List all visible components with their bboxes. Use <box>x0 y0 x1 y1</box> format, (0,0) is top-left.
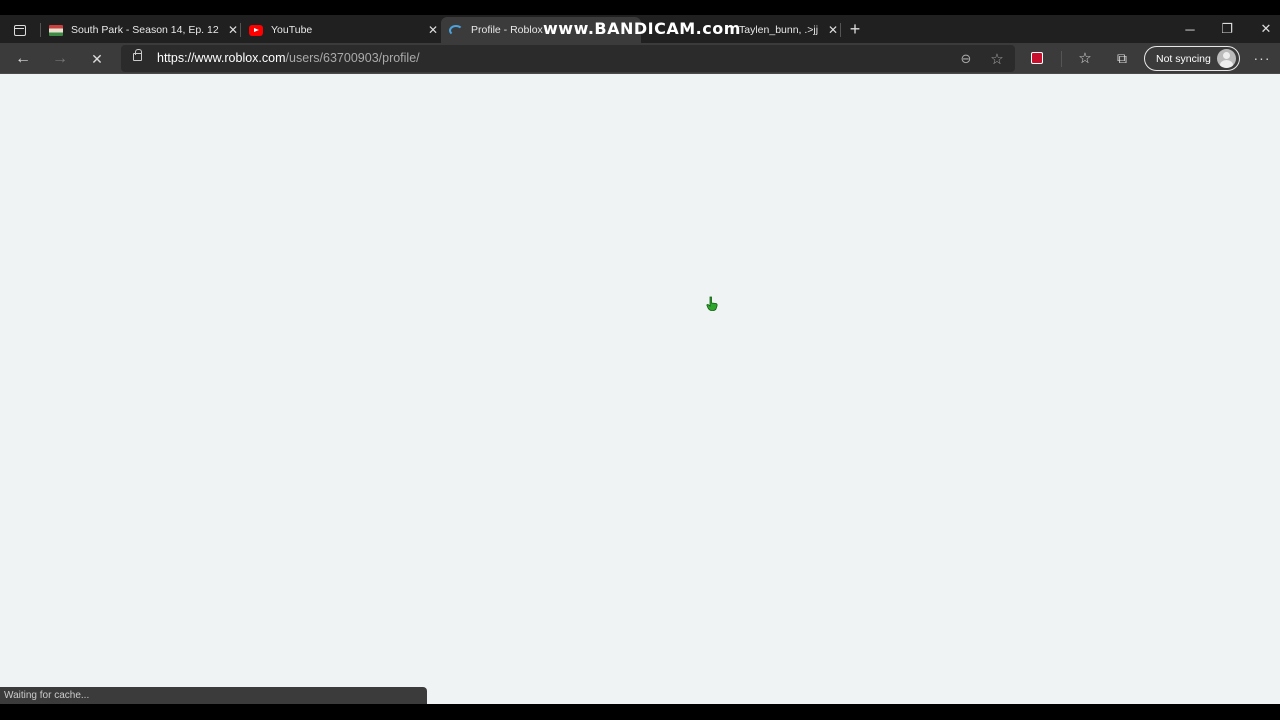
tab-separator <box>40 23 41 37</box>
extension-button[interactable] <box>1026 47 1048 69</box>
page-content <box>0 74 1280 704</box>
profile-sync-button[interactable]: Not syncing <box>1144 46 1240 71</box>
sync-status-label: Not syncing <box>1156 52 1211 65</box>
tab-close-button[interactable]: ✕ <box>426 23 440 37</box>
favorites-button[interactable]: ☆ <box>1074 47 1096 69</box>
address-bar[interactable]: https://www.roblox.com/users/63700903/pr… <box>121 45 1015 72</box>
url-path: /users/63700903/profile/ <box>285 51 420 65</box>
lock-icon[interactable] <box>133 49 142 61</box>
tab-youtube[interactable]: YouTube ✕ <box>245 17 440 43</box>
url-host: https://www.roblox.com <box>157 51 286 65</box>
letterbox-top <box>0 0 1280 15</box>
tab-close-button[interactable]: ✕ <box>226 23 240 37</box>
back-button[interactable]: ← <box>10 46 36 72</box>
status-bar: Waiting for cache... <box>0 687 427 704</box>
tab-close-button[interactable]: ✕ <box>826 23 840 37</box>
forward-button[interactable]: → <box>47 46 73 72</box>
tab-title: Taylen_bunn, .>jj <box>739 24 819 36</box>
toolbar-separator <box>1061 51 1062 67</box>
settings-more-button[interactable]: ··· <box>1251 47 1273 69</box>
letterbox-bottom <box>0 704 1280 720</box>
tab-separator <box>840 23 841 37</box>
stop-loading-button[interactable]: ✕ <box>84 46 110 72</box>
status-text: Waiting for cache... <box>4 690 90 701</box>
url-text[interactable]: https://www.roblox.com/users/63700903/pr… <box>157 51 420 65</box>
avatar <box>1217 49 1236 68</box>
zoom-icon[interactable]: ⊖ <box>956 49 976 69</box>
restore-button[interactable]: ❐ <box>1208 15 1246 43</box>
tab-title: YouTube <box>271 24 313 36</box>
bandicam-watermark: www.BANDICAM.com <box>543 19 741 38</box>
tab-actions-menu-button[interactable] <box>8 21 32 39</box>
tab-actions-icon <box>14 24 26 36</box>
tab-title: South Park - Season 14, Ep. 12 - <box>71 24 220 36</box>
browser-toolbar: ← → ✕ https://www.roblox.com/users/63700… <box>0 43 1280 74</box>
loading-spinner-icon <box>449 24 463 36</box>
extension-icon <box>1031 52 1043 64</box>
south-park-flag-icon <box>49 24 63 36</box>
new-tab-button[interactable]: + <box>846 19 864 39</box>
hand-cursor-icon <box>706 296 718 311</box>
tab-south-park[interactable]: South Park - Season 14, Ep. 12 - ✕ <box>45 17 240 43</box>
collections-button[interactable]: ⧉ <box>1111 47 1133 69</box>
youtube-icon <box>249 24 263 36</box>
tab-separator <box>240 23 241 37</box>
minimize-button[interactable]: ─ <box>1171 15 1209 43</box>
close-window-button[interactable]: ✕ <box>1247 15 1280 43</box>
add-favorite-icon[interactable]: ☆ <box>987 49 1007 69</box>
